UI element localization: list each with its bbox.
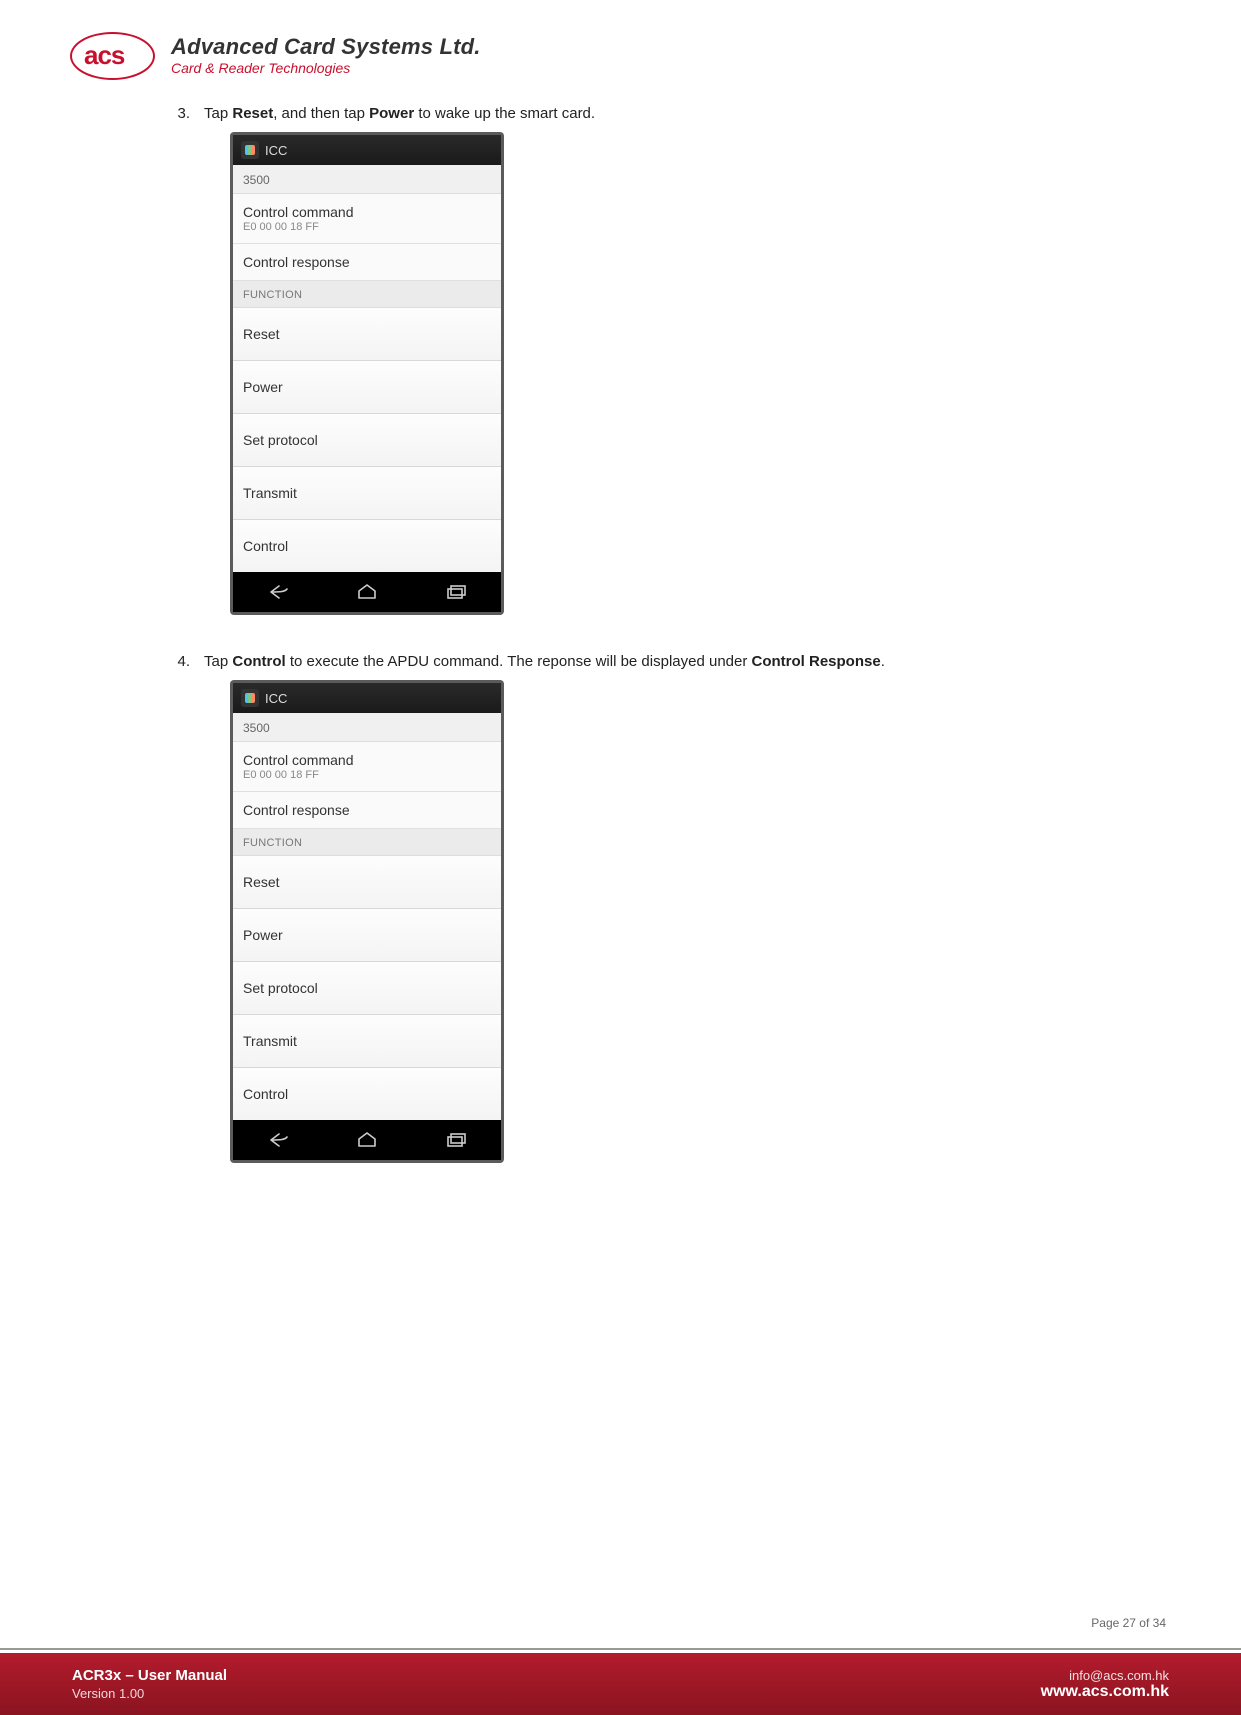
power-button[interactable]: Power: [233, 361, 501, 414]
control-response-label: Control response: [243, 802, 491, 818]
page-header: acs Advanced Card Systems Ltd. Card & Re…: [70, 30, 1171, 85]
status-row: 3500: [233, 165, 501, 194]
transmit-button[interactable]: Transmit: [233, 467, 501, 520]
app-bar: ICC: [233, 683, 501, 713]
footer-url: www.acs.com.hk: [1041, 1683, 1169, 1701]
step-3: 3. Tap Reset, and then tap Power to wake…: [170, 103, 1131, 124]
phone-screenshot-2: ICC 3500 Control command E0 00 00 18 FF …: [230, 680, 504, 1163]
company-block: Advanced Card Systems Ltd. Card & Reader…: [171, 30, 481, 76]
step-4: 4. Tap Control to execute the APDU comma…: [170, 651, 1131, 672]
home-icon[interactable]: [354, 583, 380, 601]
step-4-number: 4.: [170, 651, 190, 672]
company-tagline: Card & Reader Technologies: [171, 60, 481, 76]
logo-text: acs: [84, 40, 124, 71]
transmit-button[interactable]: Transmit: [233, 1015, 501, 1068]
app-title: ICC: [265, 691, 287, 706]
control-response-label: Control response: [243, 254, 491, 270]
control-response-row[interactable]: Control response: [233, 792, 501, 829]
step-3-number: 3.: [170, 103, 190, 124]
footer-email: info@acs.com.hk: [1041, 1668, 1169, 1683]
nav-bar: [233, 572, 501, 612]
back-icon[interactable]: [265, 583, 291, 601]
app-icon: [241, 141, 259, 159]
control-command-row[interactable]: Control command E0 00 00 18 FF: [233, 742, 501, 792]
phone-screenshot-1: ICC 3500 Control command E0 00 00 18 FF …: [230, 132, 504, 615]
logo: acs: [70, 30, 155, 85]
nav-bar: [233, 1120, 501, 1160]
footer-title: ACR3x – User Manual: [72, 1667, 227, 1684]
recent-icon[interactable]: [443, 1131, 469, 1149]
company-name: Advanced Card Systems Ltd.: [171, 34, 481, 60]
app-title: ICC: [265, 143, 287, 158]
control-command-value: E0 00 00 18 FF: [243, 769, 491, 781]
step-4-text: Tap Control to execute the APDU command.…: [204, 651, 885, 672]
reset-button[interactable]: Reset: [233, 856, 501, 909]
function-header: FUNCTION: [233, 281, 501, 308]
power-button[interactable]: Power: [233, 909, 501, 962]
set-protocol-button[interactable]: Set protocol: [233, 962, 501, 1015]
control-command-value: E0 00 00 18 FF: [243, 221, 491, 233]
page-footer: ACR3x – User Manual Version 1.00 info@ac…: [0, 1648, 1241, 1715]
step-3-text: Tap Reset, and then tap Power to wake up…: [204, 103, 595, 124]
app-bar: ICC: [233, 135, 501, 165]
function-header: FUNCTION: [233, 829, 501, 856]
home-icon[interactable]: [354, 1131, 380, 1149]
status-row: 3500: [233, 713, 501, 742]
page-number: Page 27 of 34: [1091, 1616, 1166, 1630]
control-response-row[interactable]: Control response: [233, 244, 501, 281]
reset-button[interactable]: Reset: [233, 308, 501, 361]
control-command-label: Control command: [243, 204, 491, 220]
control-button[interactable]: Control: [233, 1068, 501, 1120]
app-icon: [241, 689, 259, 707]
control-button[interactable]: Control: [233, 520, 501, 572]
back-icon[interactable]: [265, 1131, 291, 1149]
set-protocol-button[interactable]: Set protocol: [233, 414, 501, 467]
footer-version: Version 1.00: [72, 1686, 227, 1701]
control-command-row[interactable]: Control command E0 00 00 18 FF: [233, 194, 501, 244]
recent-icon[interactable]: [443, 583, 469, 601]
control-command-label: Control command: [243, 752, 491, 768]
